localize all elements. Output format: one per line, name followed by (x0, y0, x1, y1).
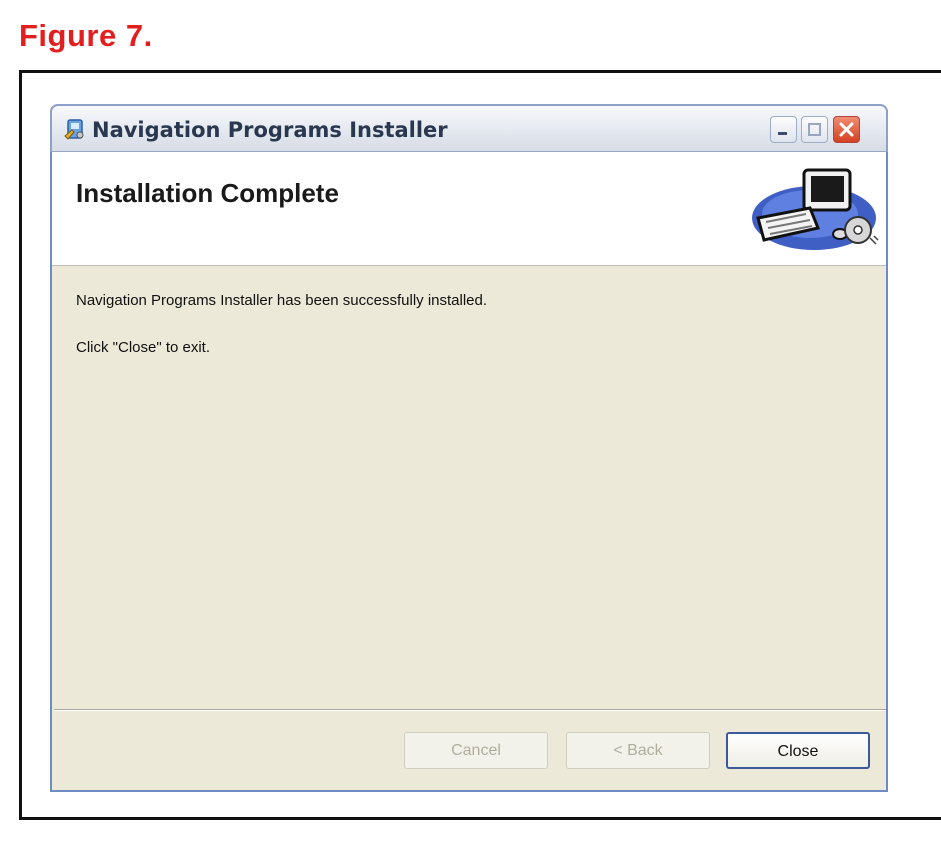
title-bar[interactable]: Navigation Programs Installer (50, 104, 888, 152)
button-divider (54, 709, 886, 711)
success-message: Navigation Programs Installer has been s… (76, 292, 488, 309)
minimize-icon (778, 132, 787, 135)
maximize-icon (808, 123, 821, 136)
cancel-button[interactable]: Cancel (404, 732, 548, 769)
exit-instruction: Click "Close" to exit. (76, 339, 211, 356)
minimize-button[interactable] (770, 116, 797, 143)
figure-caption: Figure 7. (19, 18, 153, 53)
installer-window: Navigation Programs Installer Installati… (50, 104, 888, 792)
computer-cd-icon (752, 168, 879, 250)
installer-icon (62, 116, 88, 142)
close-icon (839, 122, 854, 137)
back-button[interactable]: < Back (566, 732, 710, 769)
window-title: Navigation Programs Installer (92, 118, 448, 142)
close-window-button[interactable] (833, 116, 860, 143)
page-title: Installation Complete (76, 178, 339, 208)
maximize-button[interactable] (801, 116, 828, 143)
header-panel: Installation Complete (52, 152, 886, 266)
close-button[interactable]: Close (726, 732, 870, 769)
